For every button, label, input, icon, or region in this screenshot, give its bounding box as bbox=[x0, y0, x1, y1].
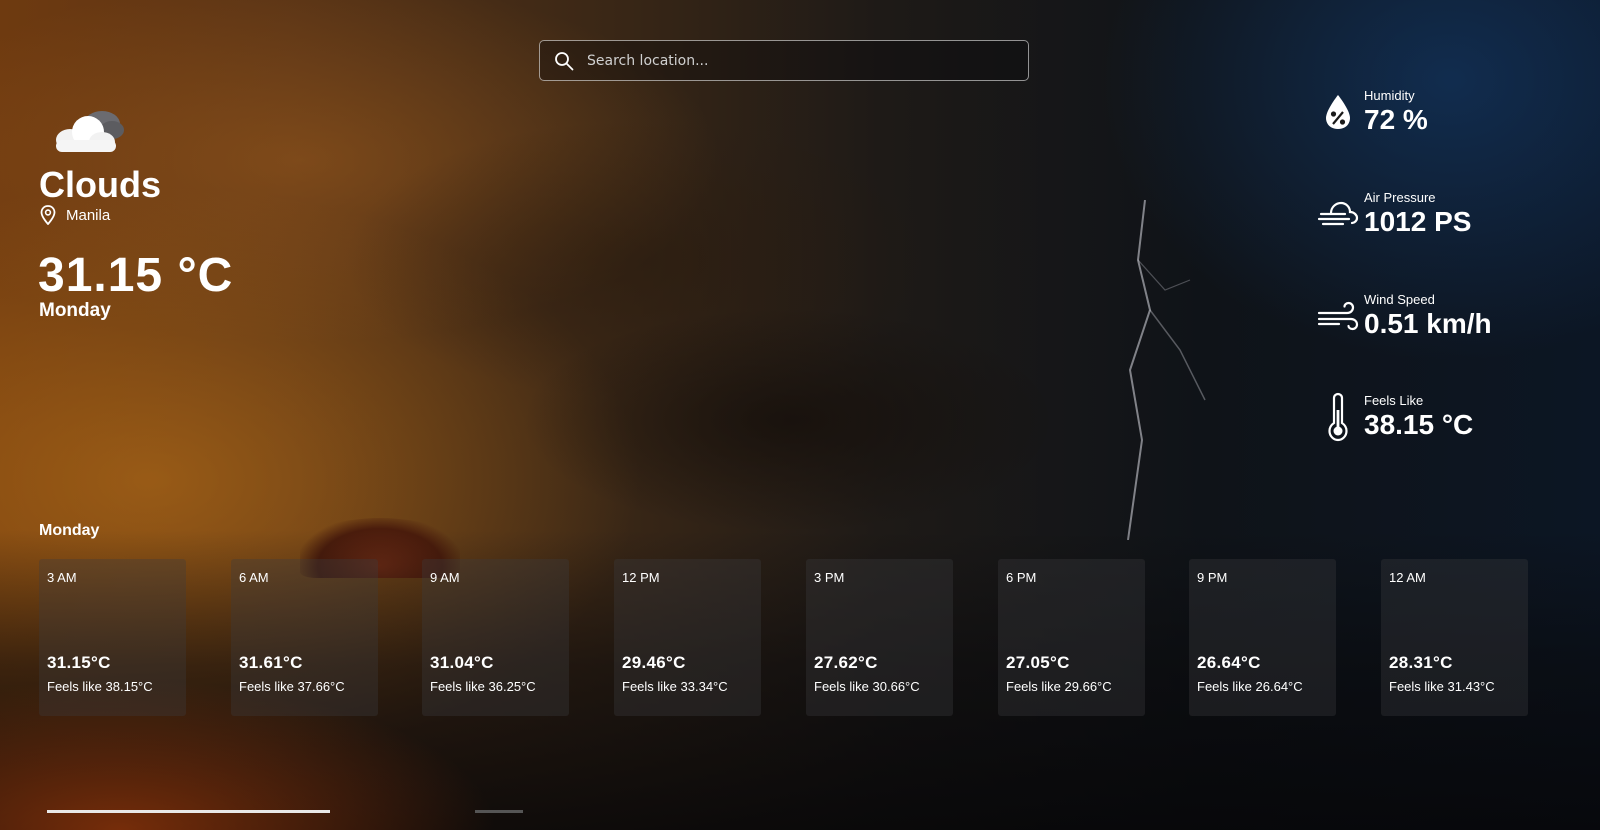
stat-label: Wind Speed bbox=[1364, 292, 1435, 307]
forecast-temp: 31.15°C bbox=[47, 653, 111, 672]
wind-icon bbox=[1317, 301, 1359, 331]
stat-air-pressure: Air Pressure 1012 PS bbox=[1316, 190, 1471, 238]
forecast-time: 9 AM bbox=[430, 570, 460, 585]
forecast-temp: 31.61°C bbox=[239, 653, 303, 672]
search-input[interactable] bbox=[587, 52, 1007, 69]
forecast-card[interactable]: 3 PM 27.62°C Feels like 30.66°C bbox=[806, 559, 953, 716]
forecast-card[interactable]: 9 PM 26.64°C Feels like 26.64°C bbox=[1189, 559, 1336, 716]
current-temperature: 31.15 °C bbox=[38, 249, 234, 302]
humidity-icon bbox=[1326, 95, 1350, 129]
forecast-card[interactable]: 12 AM 28.31°C Feels like 31.43°C bbox=[1381, 559, 1528, 716]
stat-label: Feels Like bbox=[1364, 393, 1424, 408]
forecast-feels-like: Feels like 31.43°C bbox=[1389, 679, 1495, 694]
search-box[interactable] bbox=[539, 40, 1029, 81]
scroll-indicator bbox=[47, 810, 330, 813]
forecast-time: 6 PM bbox=[1006, 570, 1037, 585]
forecast-time: 6 AM bbox=[239, 570, 269, 585]
stat-label: Humidity bbox=[1364, 88, 1415, 103]
forecast-temp: 27.62°C bbox=[814, 653, 878, 672]
forecast-temp: 28.31°C bbox=[1389, 653, 1453, 672]
stat-value: 72 % bbox=[1364, 104, 1428, 135]
forecast-feels-like: Feels like 38.15°C bbox=[47, 679, 153, 694]
stat-label: Air Pressure bbox=[1364, 190, 1436, 205]
forecast-temp: 26.64°C bbox=[1197, 653, 1261, 672]
stat-value: 0.51 km/h bbox=[1364, 308, 1492, 339]
forecast-feels-like: Feels like 30.66°C bbox=[814, 679, 920, 694]
search-icon bbox=[555, 51, 574, 70]
forecast-temp: 31.04°C bbox=[430, 653, 494, 672]
forecast-card[interactable]: 6 PM 27.05°C Feels like 29.66°C bbox=[998, 559, 1145, 716]
lightning-decoration bbox=[1127, 200, 1206, 540]
forecast-temp: 29.46°C bbox=[622, 653, 686, 672]
weather-condition: Clouds bbox=[39, 164, 161, 205]
stat-wind-speed: Wind Speed 0.51 km/h bbox=[1316, 292, 1492, 340]
forecast-time: 3 AM bbox=[47, 570, 77, 585]
stat-humidity: Humidity 72 % bbox=[1316, 88, 1428, 136]
forecast-day-title: Monday bbox=[39, 522, 100, 539]
air-pressure-icon bbox=[1317, 201, 1359, 226]
forecast-temp: 27.05°C bbox=[1006, 653, 1070, 672]
forecast-card[interactable]: 12 PM 29.46°C Feels like 33.34°C bbox=[614, 559, 761, 716]
forecast-card[interactable]: 9 AM 31.04°C Feels like 36.25°C bbox=[422, 559, 569, 716]
forecast-card[interactable]: 3 AM 31.15°C Feels like 38.15°C bbox=[39, 559, 186, 716]
stat-value: 38.15 °C bbox=[1364, 409, 1474, 440]
thermometer-icon bbox=[1328, 392, 1348, 442]
forecast-feels-like: Feels like 29.66°C bbox=[1006, 679, 1112, 694]
stat-feels-like: Feels Like 38.15 °C bbox=[1316, 390, 1473, 444]
forecast-feels-like: Feels like 33.34°C bbox=[622, 679, 728, 694]
scroll-indicator-secondary bbox=[475, 810, 523, 813]
forecast-time: 12 AM bbox=[1389, 570, 1426, 585]
stat-value: 1012 PS bbox=[1364, 206, 1472, 237]
forecast-time: 9 PM bbox=[1197, 570, 1228, 585]
location-pin-icon bbox=[40, 205, 56, 225]
forecast-time: 3 PM bbox=[814, 570, 845, 585]
clouds-icon bbox=[56, 111, 124, 152]
current-day: Monday bbox=[39, 300, 111, 321]
location-name: Manila bbox=[66, 206, 111, 224]
forecast-feels-like: Feels like 36.25°C bbox=[430, 679, 536, 694]
location: Manila bbox=[39, 205, 110, 225]
forecast-time: 12 PM bbox=[622, 570, 660, 585]
forecast-card[interactable]: 6 AM 31.61°C Feels like 37.66°C bbox=[231, 559, 378, 716]
forecast-feels-like: Feels like 37.66°C bbox=[239, 679, 345, 694]
forecast-feels-like: Feels like 26.64°C bbox=[1197, 679, 1303, 694]
